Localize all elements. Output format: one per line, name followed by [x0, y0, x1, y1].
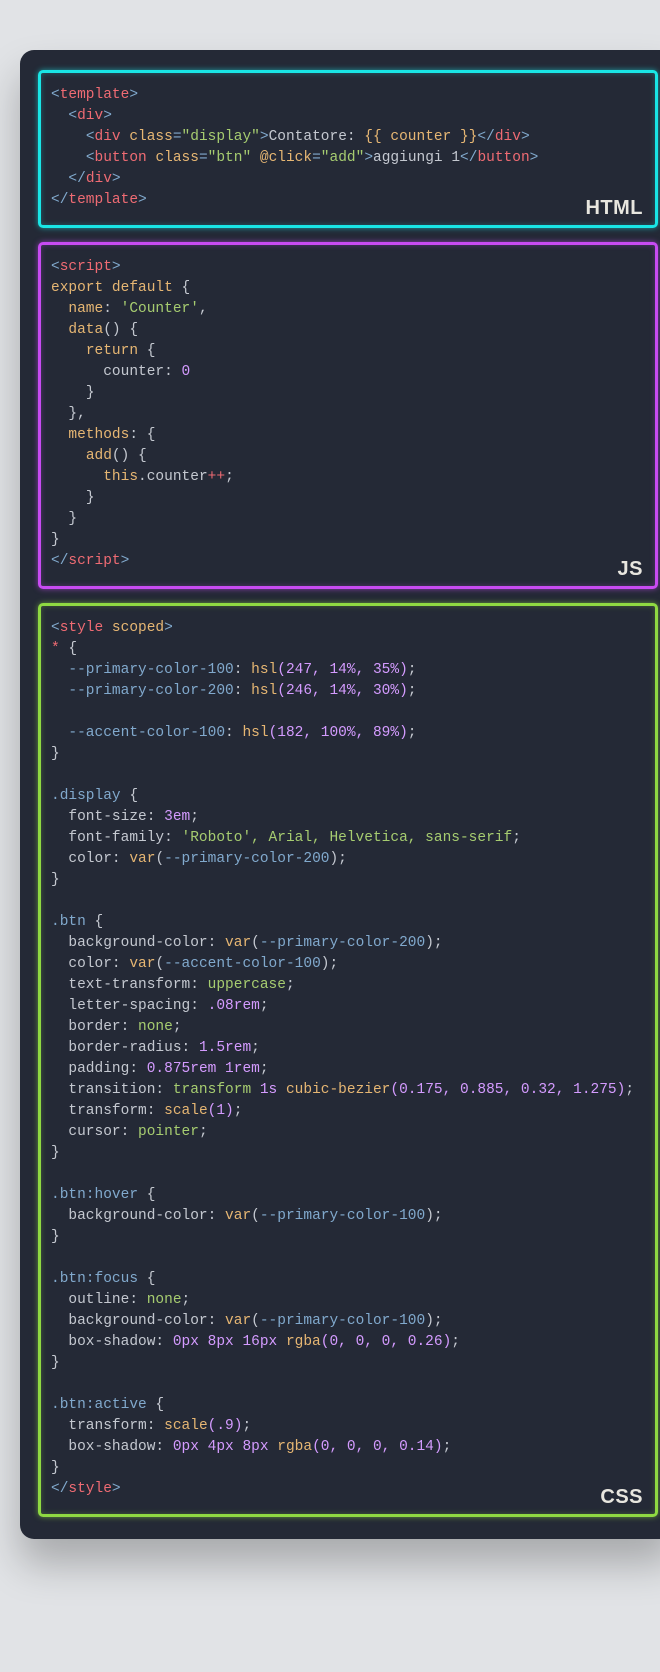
- html-panel: HTML <template> <div> <div class="displa…: [38, 70, 658, 228]
- css-code: <style scoped> * { --primary-color-100: …: [51, 618, 645, 1500]
- css-panel: CSS <style scoped> * { --primary-color-1…: [38, 603, 658, 1517]
- js-code: <script> export default { name: 'Counter…: [51, 257, 645, 572]
- html-code: <template> <div> <div class="display">Co…: [51, 85, 645, 211]
- css-badge: CSS: [600, 1487, 643, 1508]
- code-card: HTML <template> <div> <div class="displa…: [20, 50, 660, 1539]
- js-panel: JS <script> export default { name: 'Coun…: [38, 242, 658, 589]
- js-badge: JS: [618, 559, 643, 580]
- html-badge: HTML: [585, 198, 643, 219]
